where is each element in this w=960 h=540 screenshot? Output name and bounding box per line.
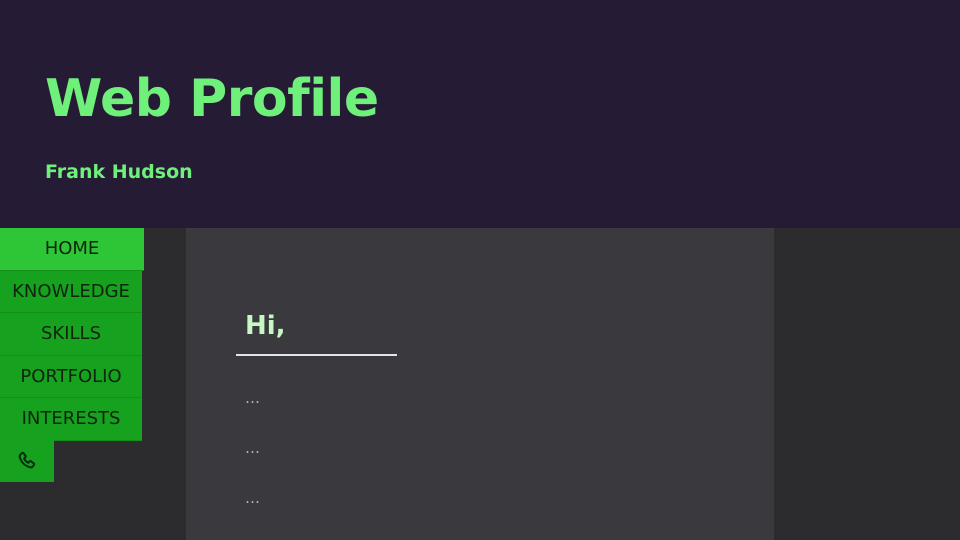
right-gutter <box>774 228 960 540</box>
nav-item-interests[interactable]: INTERESTS <box>0 398 142 441</box>
content-line: … <box>245 389 260 407</box>
nav-item-home[interactable]: HOME <box>0 228 144 271</box>
greeting-heading: Hi, <box>245 311 286 341</box>
heading-underline <box>236 354 397 356</box>
content-panel <box>186 228 774 540</box>
nav-item-skills[interactable]: SKILLS <box>0 313 142 356</box>
page: Web Profile Frank Hudson HOME KNOWLEDGE … <box>0 0 960 540</box>
contact-phone-button[interactable] <box>0 440 54 482</box>
sidebar-nav: HOME KNOWLEDGE SKILLS PORTFOLIO INTEREST… <box>0 228 144 441</box>
phone-icon <box>18 451 36 469</box>
nav-item-knowledge[interactable]: KNOWLEDGE <box>0 270 142 313</box>
page-title: Web Profile <box>45 69 379 129</box>
profile-name: Frank Hudson <box>45 161 193 183</box>
nav-item-portfolio[interactable]: PORTFOLIO <box>0 355 142 398</box>
content-line: … <box>245 489 260 507</box>
content-line: … <box>245 439 260 457</box>
